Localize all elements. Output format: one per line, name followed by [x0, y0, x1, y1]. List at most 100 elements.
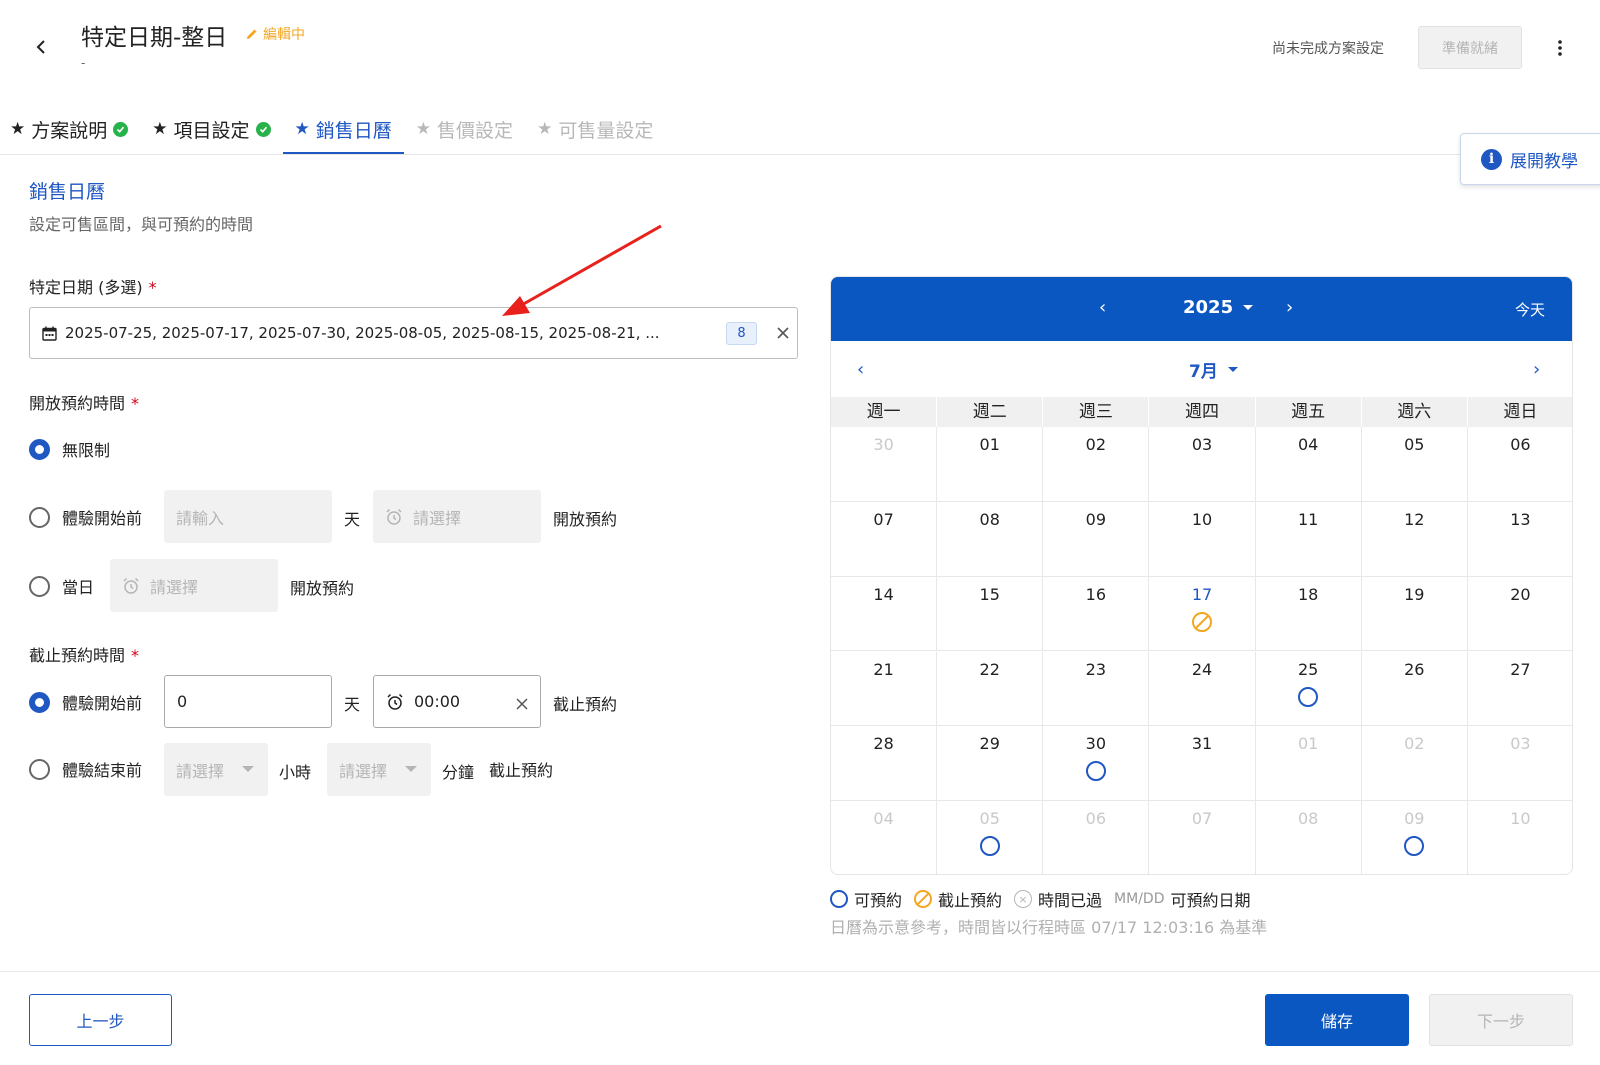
- calendar-day-cell[interactable]: 06: [1043, 801, 1150, 874]
- day-number: 19: [1404, 584, 1425, 604]
- calendar-day-cell[interactable]: 17: [1149, 576, 1256, 652]
- day-number: 12: [1404, 509, 1425, 529]
- prev-month-button[interactable]: ‹: [857, 359, 864, 380]
- calendar-day-cell[interactable]: 05: [1361, 427, 1468, 502]
- calendar-day-cell[interactable]: 19: [1361, 576, 1468, 652]
- calendar-day-cell[interactable]: 24: [1149, 651, 1256, 727]
- save-button[interactable]: 儲存: [1265, 994, 1409, 1046]
- calendar-day-cell[interactable]: 03: [1149, 427, 1256, 502]
- day-number: 03: [1510, 734, 1531, 754]
- radio-button[interactable]: [29, 506, 50, 528]
- calendar-day-cell[interactable]: 05: [937, 801, 1044, 874]
- calendar-day-cell[interactable]: 10: [1149, 501, 1256, 577]
- calendar-day-cell[interactable]: 07: [831, 501, 938, 577]
- calendar-day-cell[interactable]: 03: [1467, 726, 1572, 802]
- open-time-picker[interactable]: 請選擇: [373, 490, 541, 543]
- calendar-day-cell[interactable]: 21: [831, 651, 938, 727]
- star-icon: ★: [10, 119, 26, 139]
- close-minutes-select[interactable]: 請選擇: [327, 743, 431, 796]
- calendar-day-cell[interactable]: 26: [1361, 651, 1468, 727]
- calendar-day-cell[interactable]: 29: [937, 726, 1044, 802]
- open-time-label-text: 開放預約時間: [29, 394, 126, 413]
- close-before-start-option[interactable]: 體驗開始前: [29, 690, 142, 714]
- calendar-day-cell[interactable]: 06: [1467, 427, 1572, 502]
- close-hours-select[interactable]: 請選擇: [164, 743, 268, 796]
- calendar-day-cell[interactable]: 02: [1043, 427, 1150, 502]
- calendar-day-cell[interactable]: 08: [1256, 801, 1362, 874]
- calendar-day-cell[interactable]: 16: [1043, 576, 1150, 652]
- weekday-label: 週一: [831, 397, 938, 427]
- calendar-day-cell[interactable]: 30: [831, 427, 938, 502]
- tab-sales-calendar[interactable]: ★ 銷售日曆: [282, 104, 405, 155]
- star-icon: ★: [294, 119, 310, 139]
- radio-button[interactable]: [29, 438, 50, 460]
- close-days-input[interactable]: 0: [164, 675, 332, 728]
- calendar-day-cell[interactable]: 09: [1362, 801, 1468, 874]
- year-select[interactable]: 2025: [1183, 297, 1254, 318]
- calendar-day-cell[interactable]: 02: [1361, 726, 1468, 802]
- day-number: 11: [1297, 509, 1319, 529]
- calendar-day-cell[interactable]: 10: [1468, 801, 1572, 874]
- same-day-time-picker[interactable]: 請選擇: [110, 559, 278, 612]
- back-button[interactable]: [30, 36, 52, 58]
- calendar-day-cell[interactable]: 28: [831, 726, 938, 802]
- calendar-day-cell[interactable]: 31: [1149, 726, 1256, 802]
- next-step-button[interactable]: 下一步: [1429, 994, 1573, 1046]
- calendar-day-cell[interactable]: 18: [1255, 576, 1362, 652]
- calendar-day-cell[interactable]: 22: [937, 651, 1044, 727]
- calendar-day-cell[interactable]: 12: [1361, 501, 1468, 577]
- calendar-day-cell[interactable]: 30: [1043, 726, 1150, 802]
- open-days-input[interactable]: 請輸入: [164, 490, 332, 543]
- select-placeholder: 請選擇: [176, 761, 225, 781]
- close-time-picker[interactable]: 00:00: [373, 675, 541, 728]
- calendar-day-cell[interactable]: 13: [1467, 502, 1572, 577]
- tab-label: 方案說明: [31, 119, 108, 142]
- calendar-day-cell[interactable]: 01: [1255, 726, 1362, 802]
- day-number: 09: [1085, 509, 1107, 529]
- calendar-day-cell[interactable]: 04: [831, 801, 938, 874]
- check-circle-icon: [113, 121, 129, 137]
- next-year-button[interactable]: ›: [1286, 297, 1293, 318]
- editing-status: 編輯中: [245, 24, 305, 44]
- clear-dates-button[interactable]: [770, 320, 796, 346]
- calendar-day-cell[interactable]: 25: [1255, 651, 1362, 727]
- calendar-day-cell[interactable]: 14: [831, 576, 938, 652]
- calendar-day-cell[interactable]: 20: [1467, 577, 1572, 652]
- radio-button[interactable]: [29, 575, 50, 597]
- today-button[interactable]: 今天: [1515, 299, 1545, 320]
- open-suffix: 開放預約: [290, 579, 355, 598]
- weekday-label: 週二: [937, 397, 1044, 427]
- calendar-day-cell[interactable]: 11: [1255, 501, 1362, 577]
- specific-dates-input[interactable]: 2025-07-25, 2025-07-17, 2025-07-30, 2025…: [29, 307, 798, 359]
- year-label: 2025: [1183, 297, 1234, 318]
- tab-price-settings[interactable]: ★ 售價設定: [404, 104, 525, 154]
- calendar-day-cell[interactable]: 23: [1043, 651, 1150, 727]
- month-select[interactable]: 7月: [1189, 357, 1238, 382]
- prev-year-button[interactable]: ‹: [1099, 297, 1106, 318]
- calendar-day-cell[interactable]: 08: [937, 501, 1044, 577]
- tab-item-settings[interactable]: ★ 項目設定: [140, 104, 282, 154]
- calendar-day-cell[interactable]: 07: [1149, 801, 1256, 874]
- calendar-day-cell[interactable]: 15: [937, 576, 1044, 652]
- expand-tutorial-button[interactable]: i 展開教學: [1460, 133, 1600, 185]
- next-month-button[interactable]: ›: [1533, 359, 1540, 380]
- ready-button[interactable]: 準備就緒: [1418, 26, 1522, 69]
- more-menu-button[interactable]: [1550, 36, 1570, 60]
- day-number: 04: [1297, 435, 1319, 454]
- clear-time-button[interactable]: [516, 695, 528, 714]
- open-unlimited-option[interactable]: 無限制: [29, 437, 110, 461]
- open-same-day-option[interactable]: 當日: [29, 574, 94, 598]
- day-number: 07: [1191, 809, 1213, 829]
- calendar-day-cell[interactable]: 01: [937, 427, 1044, 502]
- radio-button[interactable]: [29, 691, 50, 713]
- open-before-start-option[interactable]: 體驗開始前: [29, 505, 142, 529]
- tab-inventory-settings[interactable]: ★ 可售量設定: [525, 104, 665, 154]
- radio-button[interactable]: [29, 758, 50, 780]
- tab-plan-description[interactable]: ★ 方案說明: [0, 104, 140, 154]
- previous-step-button[interactable]: 上一步: [29, 994, 172, 1046]
- calendar-day-cell[interactable]: 04: [1255, 427, 1362, 502]
- day-number: 09: [1404, 809, 1425, 829]
- calendar-day-cell[interactable]: 09: [1043, 501, 1150, 577]
- calendar-day-cell[interactable]: 27: [1467, 652, 1572, 727]
- close-before-end-option[interactable]: 體驗結束前: [29, 757, 142, 781]
